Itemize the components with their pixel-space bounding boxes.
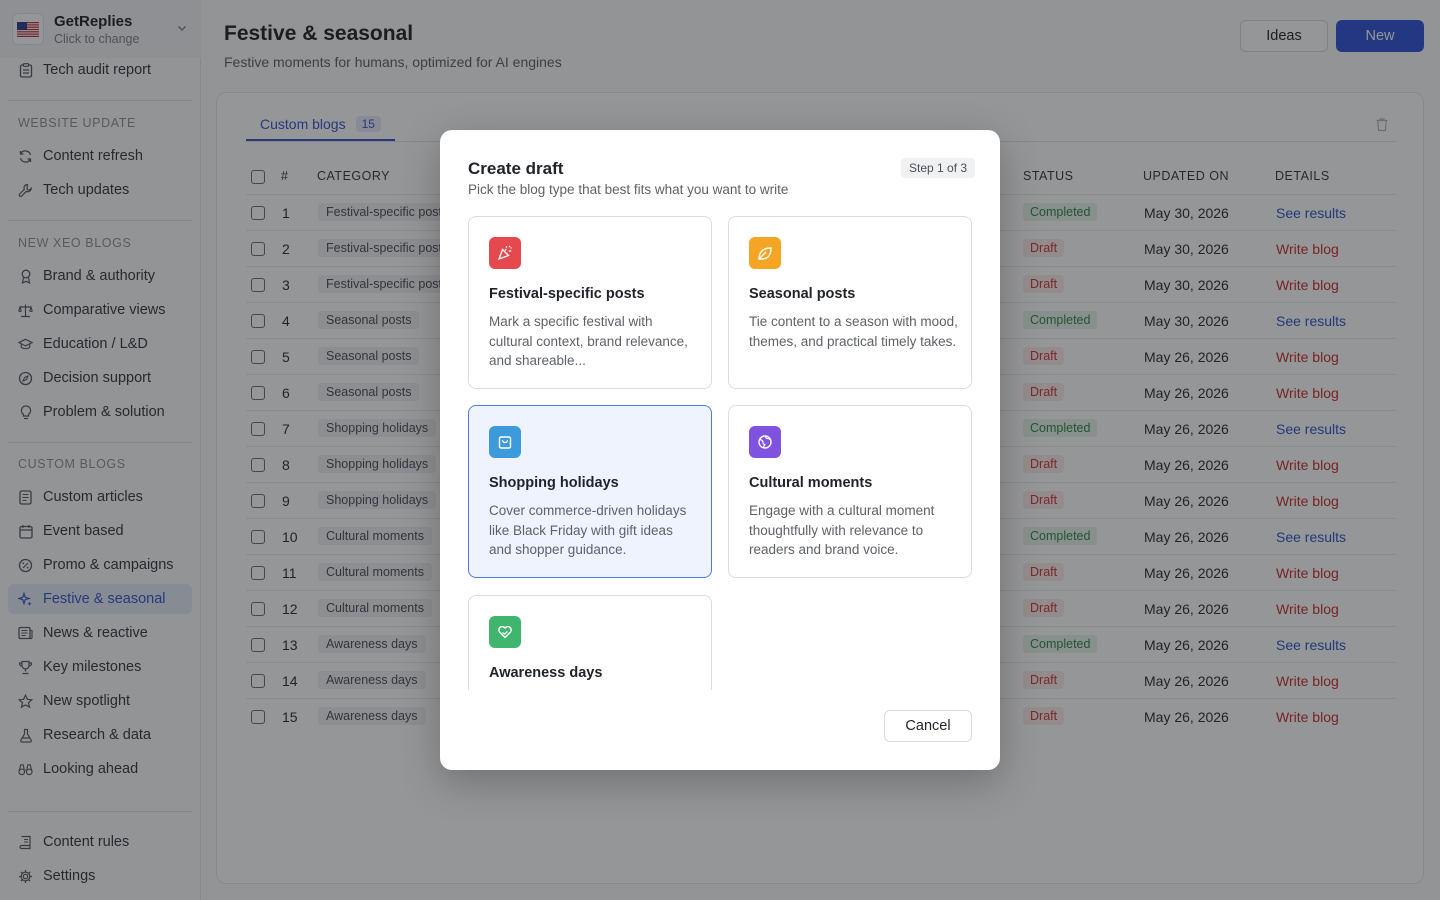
option-awareness-days[interactable]: Awareness days xyxy=(468,595,712,690)
option-desc: Cover commerce-driven holidays like Blac… xyxy=(489,503,687,557)
option-title: Shopping holidays xyxy=(489,475,619,491)
option-title: Awareness days xyxy=(489,665,603,681)
option-desc: Engage with a cultural moment thoughtful… xyxy=(749,503,935,557)
option-desc: Tie content to a season with mood, theme… xyxy=(749,314,958,349)
modal-subtitle: Pick the blog type that best fits what y… xyxy=(468,182,789,197)
globe-icon xyxy=(749,426,781,458)
leaf-icon xyxy=(749,237,781,269)
options-scroll-area: Awareness days xyxy=(468,595,972,690)
create-draft-modal: Create draft Pick the blog type that bes… xyxy=(440,130,1000,770)
party-popper-icon xyxy=(489,237,521,269)
option-festival-specific-posts[interactable]: Festival-specific posts Mark a specific … xyxy=(468,216,712,389)
step-badge: Step 1 of 3 xyxy=(901,158,976,178)
option-desc: Mark a specific festival with cultural c… xyxy=(489,314,688,368)
shopping-bag-icon xyxy=(489,426,521,458)
option-shopping-holidays[interactable]: Shopping holidays Cover commerce-driven … xyxy=(468,405,712,578)
cancel-button[interactable]: Cancel xyxy=(884,710,972,742)
modal-title: Create draft xyxy=(468,159,564,178)
option-title: Seasonal posts xyxy=(749,286,856,302)
option-seasonal-posts[interactable]: Seasonal posts Tie content to a season w… xyxy=(728,216,972,389)
heart-hand-icon xyxy=(489,616,521,648)
option-title: Cultural moments xyxy=(749,475,873,491)
option-title: Festival-specific posts xyxy=(489,286,645,302)
option-cultural-moments[interactable]: Cultural moments Engage with a cultural … xyxy=(728,405,972,578)
